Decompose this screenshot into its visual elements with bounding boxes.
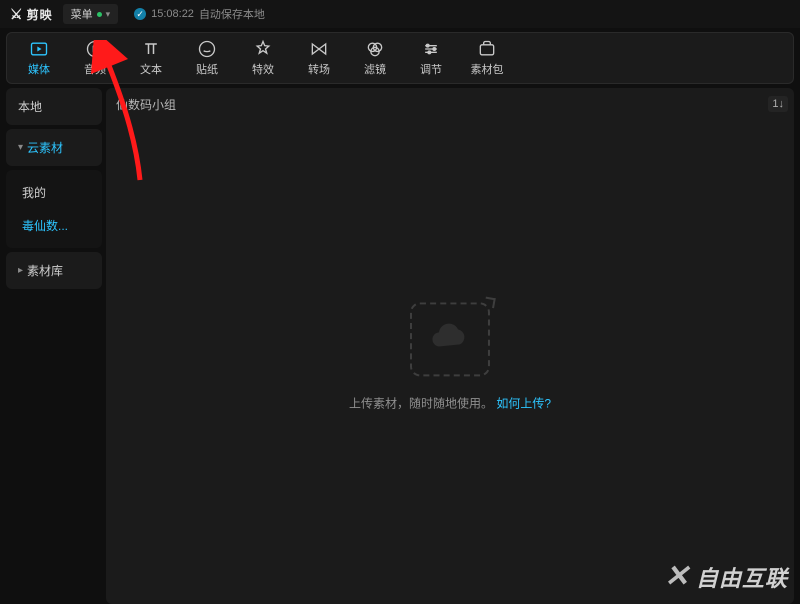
- sidebar-item-label: 我的: [22, 186, 46, 200]
- body-row: 本地 云素材 我的 毒仙数... 素材库 仙数码小组 1↓: [6, 88, 794, 604]
- cloud-upload-icon: [430, 322, 470, 357]
- tab-label: 滤镜: [364, 61, 386, 77]
- tab-label: 素材包: [471, 61, 504, 77]
- tab-filter[interactable]: 滤镜: [351, 36, 399, 80]
- watermark: ✕ 自由互联: [664, 559, 788, 594]
- sidebar-tab-cloud[interactable]: 云素材: [6, 129, 102, 166]
- menu-button[interactable]: 菜单 ▾: [63, 4, 119, 24]
- tab-effect[interactable]: 特效: [239, 36, 287, 80]
- check-circle-icon: ✓: [134, 8, 146, 20]
- sidebar-tab-label: 素材库: [27, 262, 63, 279]
- adjust-icon: [421, 39, 441, 59]
- logo-mark-icon: ⚔: [10, 6, 23, 23]
- tab-label: 特效: [252, 61, 274, 77]
- sidebar-item-label: 毒仙数...: [22, 219, 68, 233]
- breadcrumb: 仙数码小组: [116, 96, 176, 113]
- tab-label: 媒体: [28, 61, 50, 77]
- autosave-status: ✓ 15:08:22 自动保存本地: [134, 6, 265, 22]
- filter-icon: [365, 39, 385, 59]
- app-logo: ⚔ 剪映: [10, 6, 53, 23]
- empty-state: 上传素材，随时随地使用。 如何上传?: [349, 302, 551, 411]
- sticker-icon: [197, 39, 217, 59]
- content-pane: 仙数码小组 1↓ 上传素材，随时随地使用。 如何上传?: [106, 88, 794, 604]
- pack-icon: [477, 39, 497, 59]
- tab-media[interactable]: 媒体: [15, 36, 63, 80]
- sort-chip[interactable]: 1↓: [768, 96, 788, 112]
- app-name: 剪映: [27, 6, 53, 23]
- tab-sticker[interactable]: 贴纸: [183, 36, 231, 80]
- hint-text: 上传素材，随时随地使用。: [349, 396, 493, 410]
- sidebar-tab-label: 云素材: [27, 139, 63, 156]
- tab-transition[interactable]: 转场: [295, 36, 343, 80]
- media-icon: [29, 39, 49, 59]
- tab-pack[interactable]: 素材包: [463, 36, 511, 80]
- upload-dropzone[interactable]: [410, 302, 490, 376]
- tab-label: 调节: [420, 61, 442, 77]
- save-text: 自动保存本地: [199, 6, 265, 22]
- sidebar-item-team[interactable]: 毒仙数...: [6, 209, 102, 242]
- sidebar-tab-local[interactable]: 本地: [6, 88, 102, 125]
- tab-label: 贴纸: [196, 61, 218, 77]
- tab-label: 转场: [308, 61, 330, 77]
- effect-icon: [253, 39, 273, 59]
- tab-adjust[interactable]: 调节: [407, 36, 455, 80]
- watermark-x-icon: ✕: [664, 559, 690, 594]
- audio-icon: [85, 39, 105, 59]
- empty-hint: 上传素材，随时随地使用。 如何上传?: [349, 394, 551, 411]
- menu-label: 菜单: [71, 6, 93, 22]
- text-icon: [141, 39, 161, 59]
- sidebar: 本地 云素材 我的 毒仙数... 素材库: [6, 88, 102, 604]
- chevron-down-icon: ▾: [106, 9, 111, 20]
- tab-label: 音频: [84, 61, 106, 77]
- how-to-upload-link[interactable]: 如何上传?: [496, 396, 551, 410]
- transition-icon: [309, 39, 329, 59]
- tab-audio[interactable]: 音频: [71, 36, 119, 80]
- titlebar: ⚔ 剪映 菜单 ▾ ✓ 15:08:22 自动保存本地: [0, 0, 800, 28]
- tool-tabs: 媒体 音频 文本 贴纸 特效 转场 滤镜: [6, 32, 794, 84]
- sidebar-cloud-children: 我的 毒仙数...: [6, 170, 102, 248]
- dot-indicator-icon: [97, 12, 102, 17]
- tab-text[interactable]: 文本: [127, 36, 175, 80]
- sidebar-tab-label: 本地: [18, 98, 42, 115]
- sidebar-tab-library[interactable]: 素材库: [6, 252, 102, 289]
- save-time: 15:08:22: [151, 8, 194, 20]
- tab-label: 文本: [140, 61, 162, 77]
- watermark-text: 自由互联: [696, 561, 788, 593]
- sidebar-item-mine[interactable]: 我的: [6, 176, 102, 209]
